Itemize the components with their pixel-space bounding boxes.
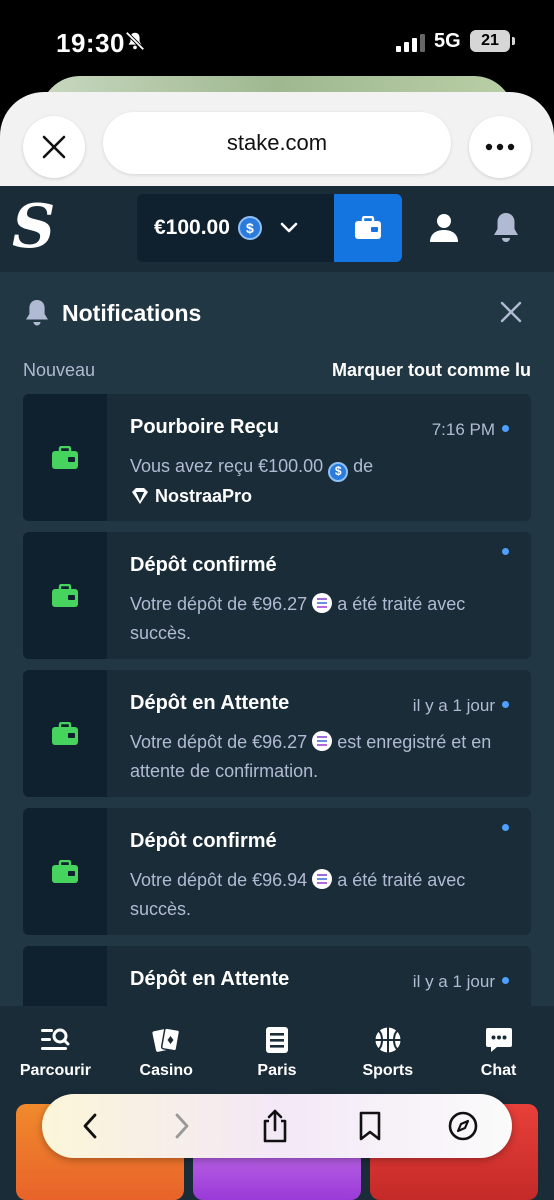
close-tab-button[interactable] [23,116,85,178]
network-type: 5G [434,30,461,52]
back-button[interactable] [70,1106,110,1146]
notification-title: Dépôt en Attente [130,692,290,714]
notification-title: Dépôt confirmé [130,830,277,852]
unread-dot [502,701,509,708]
notification-card[interactable]: Dépôt en Attente il y a 1 jour [23,946,531,1006]
notification-time: il y a 1 jour [412,696,495,715]
chevron-down-icon [280,222,298,233]
app-header: S €100.00 $ [0,186,554,272]
battery-icon: 21 [470,30,515,52]
notification-card[interactable]: Dépôt en Attente il y a 1 jour Votre dép… [23,670,531,797]
bell-icon[interactable] [490,210,522,244]
notifications-panel: Notifications Nouveau Marquer tout comme… [0,272,554,1006]
notification-icon-col [23,946,107,1006]
nav-label: Chat [480,1062,517,1079]
wallet-icon [52,445,78,469]
notification-text: Votre dépôt de €96.94 [130,870,308,890]
balance-selector[interactable]: €100.00 $ [137,194,335,262]
nav-sports[interactable]: Sports [332,1006,443,1102]
notification-body: Vous avez reçu €100.00 $ de NostraaPro [130,452,520,511]
browse-icon [41,1028,70,1050]
tabs-button[interactable] [443,1106,483,1146]
user-icon[interactable] [428,212,460,244]
browser-sheet: stake.com [0,92,554,188]
notification-icon-col [23,394,107,521]
notification-text: Vous avez reçu €100.00 [130,456,324,476]
notification-body: Votre dépôt de €96.27 est enregistré et … [130,728,520,786]
new-label: Nouveau [23,360,96,380]
notifications-bell-icon [26,300,48,326]
stake-logo[interactable]: S [12,196,56,258]
eth-coin-icon [312,731,333,751]
cards-icon [152,1027,181,1052]
chevron-left-icon [83,1113,97,1139]
nav-casino[interactable]: Casino [111,1006,222,1102]
unread-dot [502,824,509,831]
notification-time: il y a 1 jour [412,972,495,991]
nav-label: Parcourir [19,1062,91,1079]
bell-off-icon [125,31,145,51]
basketball-icon [375,1027,401,1053]
safari-toolbar [42,1094,512,1158]
nav-browse[interactable]: Parcourir [0,1006,111,1102]
usdc-coin-icon: $ [237,216,262,240]
close-icon [42,135,66,159]
eth-coin-icon [312,869,333,889]
nav-betslip[interactable]: Paris [222,1006,333,1102]
more-options-button[interactable] [469,116,531,178]
notification-text-after: de [353,456,374,476]
notification-card[interactable]: Dépôt confirmé Votre dépôt de €96.27 a é… [23,532,531,659]
notification-card[interactable]: Dépôt confirmé Votre dépôt de €96.94 a é… [23,808,531,935]
notification-time: 7:16 PM [431,420,495,439]
notification-title: Dépôt confirmé [130,554,277,576]
url-bar[interactable]: stake.com [103,112,451,174]
close-panel-icon[interactable] [500,301,522,323]
notification-icon-col [23,532,107,659]
eth-coin-icon [312,593,333,613]
status-time: 19:30 [56,28,125,58]
usdc-coin-icon: $ [328,461,349,482]
sender-username[interactable]: NostraaPro [155,486,252,506]
nav-label: Casino [139,1062,193,1079]
wallet-button[interactable] [334,194,402,262]
signal-icon [396,34,425,52]
bottom-nav: Parcourir Casino Paris Sports Chat [0,1006,554,1102]
notification-title: Pourboire Reçu [130,416,279,438]
compass-icon [448,1111,478,1141]
share-icon [263,1109,287,1143]
bookmarks-button[interactable] [350,1106,390,1146]
unread-dot [502,977,509,984]
notification-title: Dépôt en Attente [130,968,290,990]
notification-body: Votre dépôt de €96.94 a été traité avec … [130,866,520,924]
unread-dot [502,425,509,432]
url-text: stake.com [226,130,328,155]
nav-label: Paris [257,1062,297,1079]
bookmark-icon [359,1111,381,1141]
betslip-icon [265,1027,288,1053]
wallet-icon [52,721,78,745]
notification-card[interactable]: Pourboire Reçu 7:16 PM Vous avez reçu €1… [23,394,531,521]
notification-text: Votre dépôt de €96.27 [130,732,308,752]
browser-top-bar: stake.com [0,72,554,188]
notification-body: Votre dépôt de €96.27 a été traité avec … [130,590,520,648]
wallet-icon [52,583,78,607]
chat-icon [485,1028,512,1052]
chevron-right-icon [175,1113,189,1139]
panel-title: Notifications [62,300,202,326]
mark-all-read-button[interactable]: Marquer tout comme lu [332,360,531,381]
nav-label: Sports [362,1062,414,1079]
wallet-icon [52,859,78,883]
share-button[interactable] [255,1106,295,1146]
balance-amount: €100.00 [154,216,230,239]
notification-icon-col [23,808,107,935]
more-icon [485,143,515,151]
wallet-icon [355,216,381,239]
vip-diamond-icon [132,487,148,504]
nav-chat[interactable]: Chat [443,1006,554,1102]
notification-text: Votre dépôt de €96.27 [130,594,308,614]
status-bar: 19:30 5G 21 [0,0,554,80]
forward-button[interactable] [162,1106,202,1146]
unread-dot [502,548,509,555]
notification-icon-col [23,670,107,797]
